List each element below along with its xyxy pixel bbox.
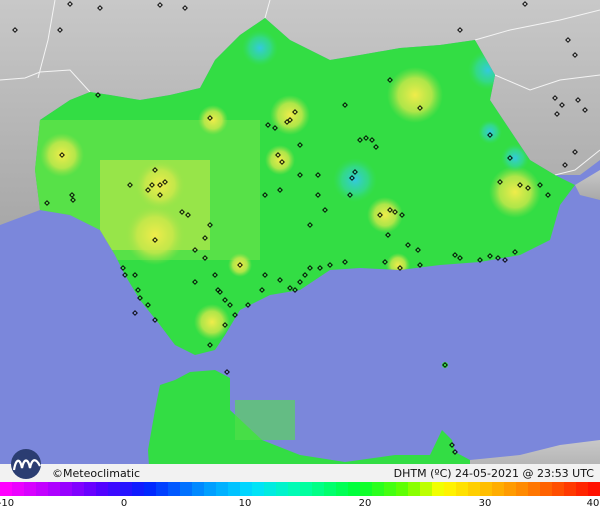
brand-name: ©Meteoclimatic: [52, 467, 141, 480]
map-metadata: DHTM (ºC) 24-05-2021 @ 23:53 UTC: [394, 467, 594, 480]
scale-tick: -10: [0, 498, 15, 509]
scale-tick: 20: [358, 498, 372, 509]
scale-tick: 10: [238, 498, 252, 509]
scale-tick: 40: [586, 498, 600, 509]
scale-tick: 0: [120, 498, 128, 509]
scale-tick: 30: [478, 498, 492, 509]
date-label: 24-05-2021: [455, 467, 519, 480]
color-scale: -10 0 10 20 30 40: [0, 482, 600, 517]
temperature-map: [0, 0, 600, 482]
time-label: 23:53 UTC: [536, 467, 594, 480]
color-scale-bar: [0, 482, 600, 496]
separator-label: @: [522, 467, 534, 480]
meteoclimatic-logo-icon[interactable]: [6, 448, 48, 480]
variable-label: DHTM (ºC): [393, 467, 452, 480]
